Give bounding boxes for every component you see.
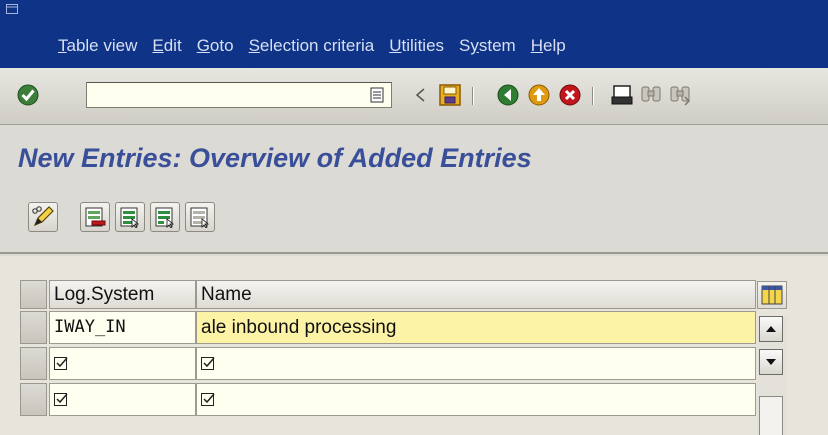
menu-edit[interactable]: Edit xyxy=(152,36,181,56)
arrow-down-icon xyxy=(766,359,776,365)
name-cell[interactable] xyxy=(196,383,756,416)
table-settings-button[interactable] xyxy=(757,281,787,309)
menu-utilities[interactable]: Utilities xyxy=(389,36,444,56)
log-system-cell[interactable]: IWAY_IN xyxy=(49,311,196,344)
menu-bar: Table view Edit Goto Selection criteria … xyxy=(0,0,828,68)
select-block-icon xyxy=(155,207,175,228)
system-menu-icon[interactable] xyxy=(6,4,18,16)
name-cell[interactable]: ale inbound processing xyxy=(196,311,756,344)
menu-help[interactable]: Help xyxy=(531,36,566,56)
back-arrow-button[interactable] xyxy=(410,81,430,109)
possible-entries-icon xyxy=(201,357,215,370)
back-arrow-icon xyxy=(415,88,425,102)
cancel-icon xyxy=(559,84,581,106)
back-icon xyxy=(497,84,519,106)
cancel-button[interactable] xyxy=(556,81,584,109)
table-row: IWAY_IN ale inbound processing xyxy=(20,311,788,347)
save-icon xyxy=(439,84,461,106)
name-cell[interactable] xyxy=(196,347,756,380)
row-selector[interactable] xyxy=(20,311,47,344)
row-selector[interactable] xyxy=(20,347,47,380)
possible-entries-icon xyxy=(54,357,68,370)
scroll-down-button[interactable] xyxy=(759,349,783,375)
standard-toolbar xyxy=(0,68,828,125)
select-all-button[interactable] xyxy=(115,202,145,232)
scroll-thumb[interactable] xyxy=(759,396,783,435)
exit-button[interactable] xyxy=(525,81,553,109)
find-next-icon xyxy=(670,86,691,106)
table-control: Log.System Name IWAY_IN ale inbound proc… xyxy=(0,256,828,435)
save-button[interactable] xyxy=(436,81,464,109)
menu-list: Table view Edit Goto Selection criteria … xyxy=(58,36,581,56)
possible-entries-icon xyxy=(201,393,215,406)
enter-button[interactable] xyxy=(14,81,42,109)
find-next-button[interactable] xyxy=(666,81,694,109)
command-history-button[interactable] xyxy=(366,81,388,109)
select-all-icon xyxy=(120,207,140,228)
scroll-up-button[interactable] xyxy=(759,316,783,342)
change-display-icon xyxy=(32,206,54,227)
select-all-rows-button[interactable] xyxy=(20,280,47,309)
enter-icon xyxy=(17,84,39,106)
arrow-up-icon xyxy=(766,326,776,332)
print-button[interactable] xyxy=(608,81,636,109)
column-settings-icon xyxy=(761,285,783,305)
command-history-icon xyxy=(370,87,384,103)
possible-entries-icon xyxy=(54,393,68,406)
deselect-all-button[interactable] xyxy=(185,202,215,232)
find-button[interactable] xyxy=(637,81,665,109)
delete-button[interactable] xyxy=(80,202,110,232)
log-system-cell[interactable] xyxy=(49,347,196,380)
menu-goto[interactable]: Goto xyxy=(197,36,234,56)
back-button[interactable] xyxy=(494,81,522,109)
menu-system[interactable]: System xyxy=(459,36,516,56)
find-icon xyxy=(641,86,661,102)
delete-icon xyxy=(85,207,106,227)
menu-selection-criteria[interactable]: Selection criteria xyxy=(249,36,375,56)
table-row xyxy=(20,347,788,383)
column-header-log-system[interactable]: Log.System xyxy=(49,280,196,309)
select-block-button[interactable] xyxy=(150,202,180,232)
column-header-name[interactable]: Name xyxy=(196,280,756,309)
page-title: New Entries: Overview of Added Entries xyxy=(18,143,532,173)
log-system-cell[interactable] xyxy=(49,383,196,416)
print-icon xyxy=(611,85,633,105)
command-field[interactable] xyxy=(86,82,392,108)
change-display-button[interactable] xyxy=(28,202,58,232)
row-selector[interactable] xyxy=(20,383,47,416)
table-row xyxy=(20,383,788,419)
menu-table-view[interactable]: Table view xyxy=(58,36,137,56)
vertical-scrollbar[interactable] xyxy=(757,316,787,435)
application-toolbar xyxy=(0,194,828,254)
exit-icon xyxy=(528,84,550,106)
deselect-all-icon xyxy=(190,207,210,228)
command-input[interactable] xyxy=(87,83,391,107)
